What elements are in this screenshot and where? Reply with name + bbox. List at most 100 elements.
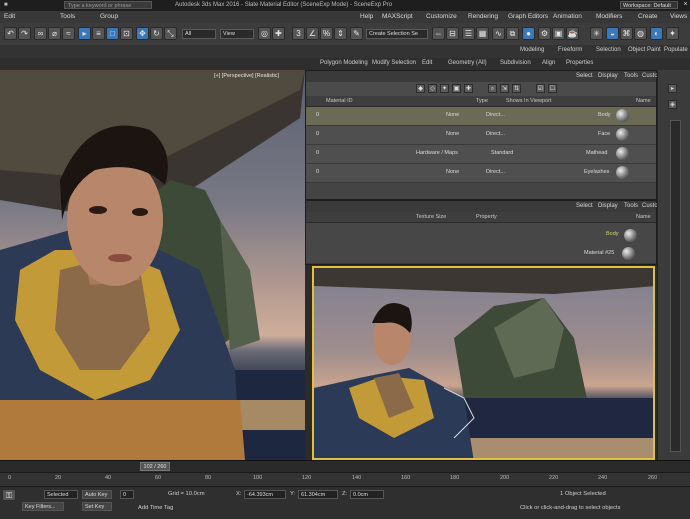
filter-geometry-icon[interactable]: ◆ <box>416 84 425 93</box>
select-scale-icon[interactable]: ⤡ <box>164 27 177 40</box>
material-editor-icon[interactable]: ● <box>522 27 535 40</box>
select-object-icon[interactable]: ▸ <box>78 27 91 40</box>
rendered-frame-icon[interactable]: ▣ <box>552 27 565 40</box>
column-name[interactable]: Name <box>636 214 651 220</box>
auto-key-button[interactable]: Auto Key <box>82 490 112 499</box>
menu-item-group[interactable]: Group <box>100 13 118 20</box>
named-selection-dropdown[interactable]: Create Selection Se <box>366 29 428 39</box>
find-icon[interactable]: ⌕ <box>488 84 497 93</box>
layer-explorer-icon[interactable]: ☰ <box>462 27 475 40</box>
filter-lights-icon[interactable]: ✦ <box>440 84 449 93</box>
rect-selection-icon[interactable]: □ <box>106 27 119 40</box>
schematic-view-icon[interactable]: ⧉ <box>506 27 519 40</box>
menu-item-graph-editors[interactable]: Graph Editors <box>508 13 548 20</box>
menu-item-help[interactable]: Help <box>360 13 373 20</box>
select-all-icon[interactable]: ☑ <box>536 84 545 93</box>
ribbon-tab-populate[interactable]: Populate <box>664 47 688 53</box>
command-panel-motion-icon[interactable]: ◍ <box>634 27 647 40</box>
panel-pin-icon[interactable]: ◈ <box>668 100 677 109</box>
render-production-icon[interactable]: ☕ <box>566 27 579 40</box>
current-frame-field[interactable]: 0 <box>120 490 134 499</box>
menu-select[interactable]: Select <box>576 73 593 79</box>
render-setup-icon[interactable]: ⚙ <box>538 27 551 40</box>
panel-scrollbar[interactable] <box>670 120 681 452</box>
menu-item-modifiers[interactable]: Modifiers <box>596 13 622 20</box>
select-by-name-icon[interactable]: ≡ <box>92 27 105 40</box>
search-input[interactable]: Type a keyword or phrase <box>64 1 152 9</box>
menu-item-edit[interactable]: Edit <box>4 13 15 20</box>
sort-icon[interactable]: ⇅ <box>512 84 521 93</box>
ribbon-panel-geometry[interactable]: Geometry (All) <box>448 60 487 66</box>
align-icon[interactable]: ⊟ <box>446 27 459 40</box>
ribbon-panel-polygon-modeling[interactable]: Polygon Modeling <box>320 60 368 66</box>
curve-editor-icon[interactable]: ∿ <box>492 27 505 40</box>
link-icon[interactable]: ∞ <box>34 27 47 40</box>
snap-toggle-icon[interactable]: 3 <box>292 27 305 40</box>
time-slider[interactable]: 102 / 260 <box>140 462 170 471</box>
set-key-button[interactable]: Set Key <box>82 502 112 511</box>
key-icon[interactable]: ⚿ <box>2 489 16 501</box>
menu-item-create[interactable]: Create <box>638 13 658 20</box>
command-panel-hierarchy-icon[interactable]: ⌘ <box>620 27 633 40</box>
table-row[interactable]: Mathead Standard Hardware / Maps 0 <box>306 145 656 164</box>
menu-item-animation[interactable]: Animation <box>553 13 582 20</box>
select-rotate-icon[interactable]: ↻ <box>150 27 163 40</box>
menu-select[interactable]: Select <box>576 203 593 209</box>
ribbon-panel-align[interactable]: Align <box>542 60 555 66</box>
table-row[interactable]: Eyelashes Direct... None 0 <box>306 164 656 183</box>
ribbon-tab-selection[interactable]: Selection <box>596 47 621 53</box>
command-panel-utilities-icon[interactable]: ✦ <box>666 27 679 40</box>
menu-item-maxscript[interactable]: MAXScript <box>382 13 413 20</box>
window-crossing-icon[interactable]: ⊡ <box>120 27 133 40</box>
percent-snap-icon[interactable]: % <box>320 27 333 40</box>
pivot-icon[interactable]: ◎ <box>258 27 271 40</box>
column-property[interactable]: Property <box>476 214 497 220</box>
ribbon-tab-modeling[interactable]: Modeling <box>520 47 544 53</box>
x-coord-field[interactable]: -64.393cm <box>244 490 286 499</box>
reference-coord-dropdown[interactable]: View <box>220 29 254 39</box>
menu-item-rendering[interactable]: Rendering <box>468 13 498 20</box>
filter-cameras-icon[interactable]: ▣ <box>452 84 461 93</box>
column-material-id[interactable]: Material ID <box>326 98 353 104</box>
unlink-icon[interactable]: ⌀ <box>48 27 61 40</box>
track-bar[interactable]: 0 20 40 60 80 100 120 140 160 180 200 22… <box>0 472 690 487</box>
ribbon-panel-modify-selection[interactable]: Modify Selection <box>372 60 416 66</box>
command-panel-display-icon[interactable]: ◐ <box>650 27 663 40</box>
spinner-snap-icon[interactable]: ⇕ <box>334 27 347 40</box>
key-mode-dropdown[interactable]: Selected <box>44 490 78 499</box>
workspace-dropdown[interactable]: Workspace: Default <box>620 1 678 9</box>
menu-item-views[interactable]: Views <box>670 13 687 20</box>
active-shade-viewport[interactable] <box>312 266 655 460</box>
column-texture-size[interactable]: Texture Size <box>416 214 446 220</box>
manipulate-icon[interactable]: ✚ <box>272 27 285 40</box>
menu-display[interactable]: Display <box>598 73 618 79</box>
material-row[interactable]: Body Material #25 <box>306 223 656 264</box>
viewport-label[interactable]: [+] [Perspective] [Realistic] <box>214 73 279 79</box>
y-coord-field[interactable]: 61.304cm <box>298 490 338 499</box>
command-panel-modify-icon[interactable]: ◒ <box>606 27 619 40</box>
panel-collapse-icon[interactable]: ▸ <box>668 84 677 93</box>
perspective-viewport[interactable]: [+] [Perspective] [Realistic] <box>0 70 305 460</box>
selection-filter-dropdown[interactable]: All <box>182 29 216 39</box>
menu-item-tools[interactable]: Tools <box>60 13 75 20</box>
select-none-icon[interactable]: ☐ <box>548 84 557 93</box>
command-panel-create-icon[interactable]: ✳ <box>590 27 603 40</box>
ribbon-panel-edit[interactable]: Edit <box>422 60 432 66</box>
bind-spacewarp-icon[interactable]: ≈ <box>62 27 75 40</box>
menu-item-customize[interactable]: Customize <box>426 13 457 20</box>
add-time-tag[interactable]: Add Time Tag <box>138 505 173 511</box>
filter-shapes-icon[interactable]: ◇ <box>428 84 437 93</box>
undo-icon[interactable]: ↶ <box>4 27 17 40</box>
app-logo[interactable]: ■ <box>4 2 8 8</box>
table-row[interactable]: Body Direct... None 0 <box>306 107 656 126</box>
table-row[interactable]: Face Direct... None 0 <box>306 126 656 145</box>
edit-named-selection-icon[interactable]: ✎ <box>350 27 363 40</box>
column-type[interactable]: Type <box>476 98 488 104</box>
ribbon-tab-freeform[interactable]: Freeform <box>558 47 582 53</box>
menu-display[interactable]: Display <box>598 203 618 209</box>
key-filters-button[interactable]: Key Filters... <box>22 502 64 511</box>
redo-icon[interactable]: ↷ <box>18 27 31 40</box>
close-icon[interactable]: × <box>681 1 690 9</box>
column-shows-in-viewport[interactable]: Shows In Viewport <box>506 98 551 104</box>
ribbon-toggle-icon[interactable]: ▦ <box>476 27 489 40</box>
